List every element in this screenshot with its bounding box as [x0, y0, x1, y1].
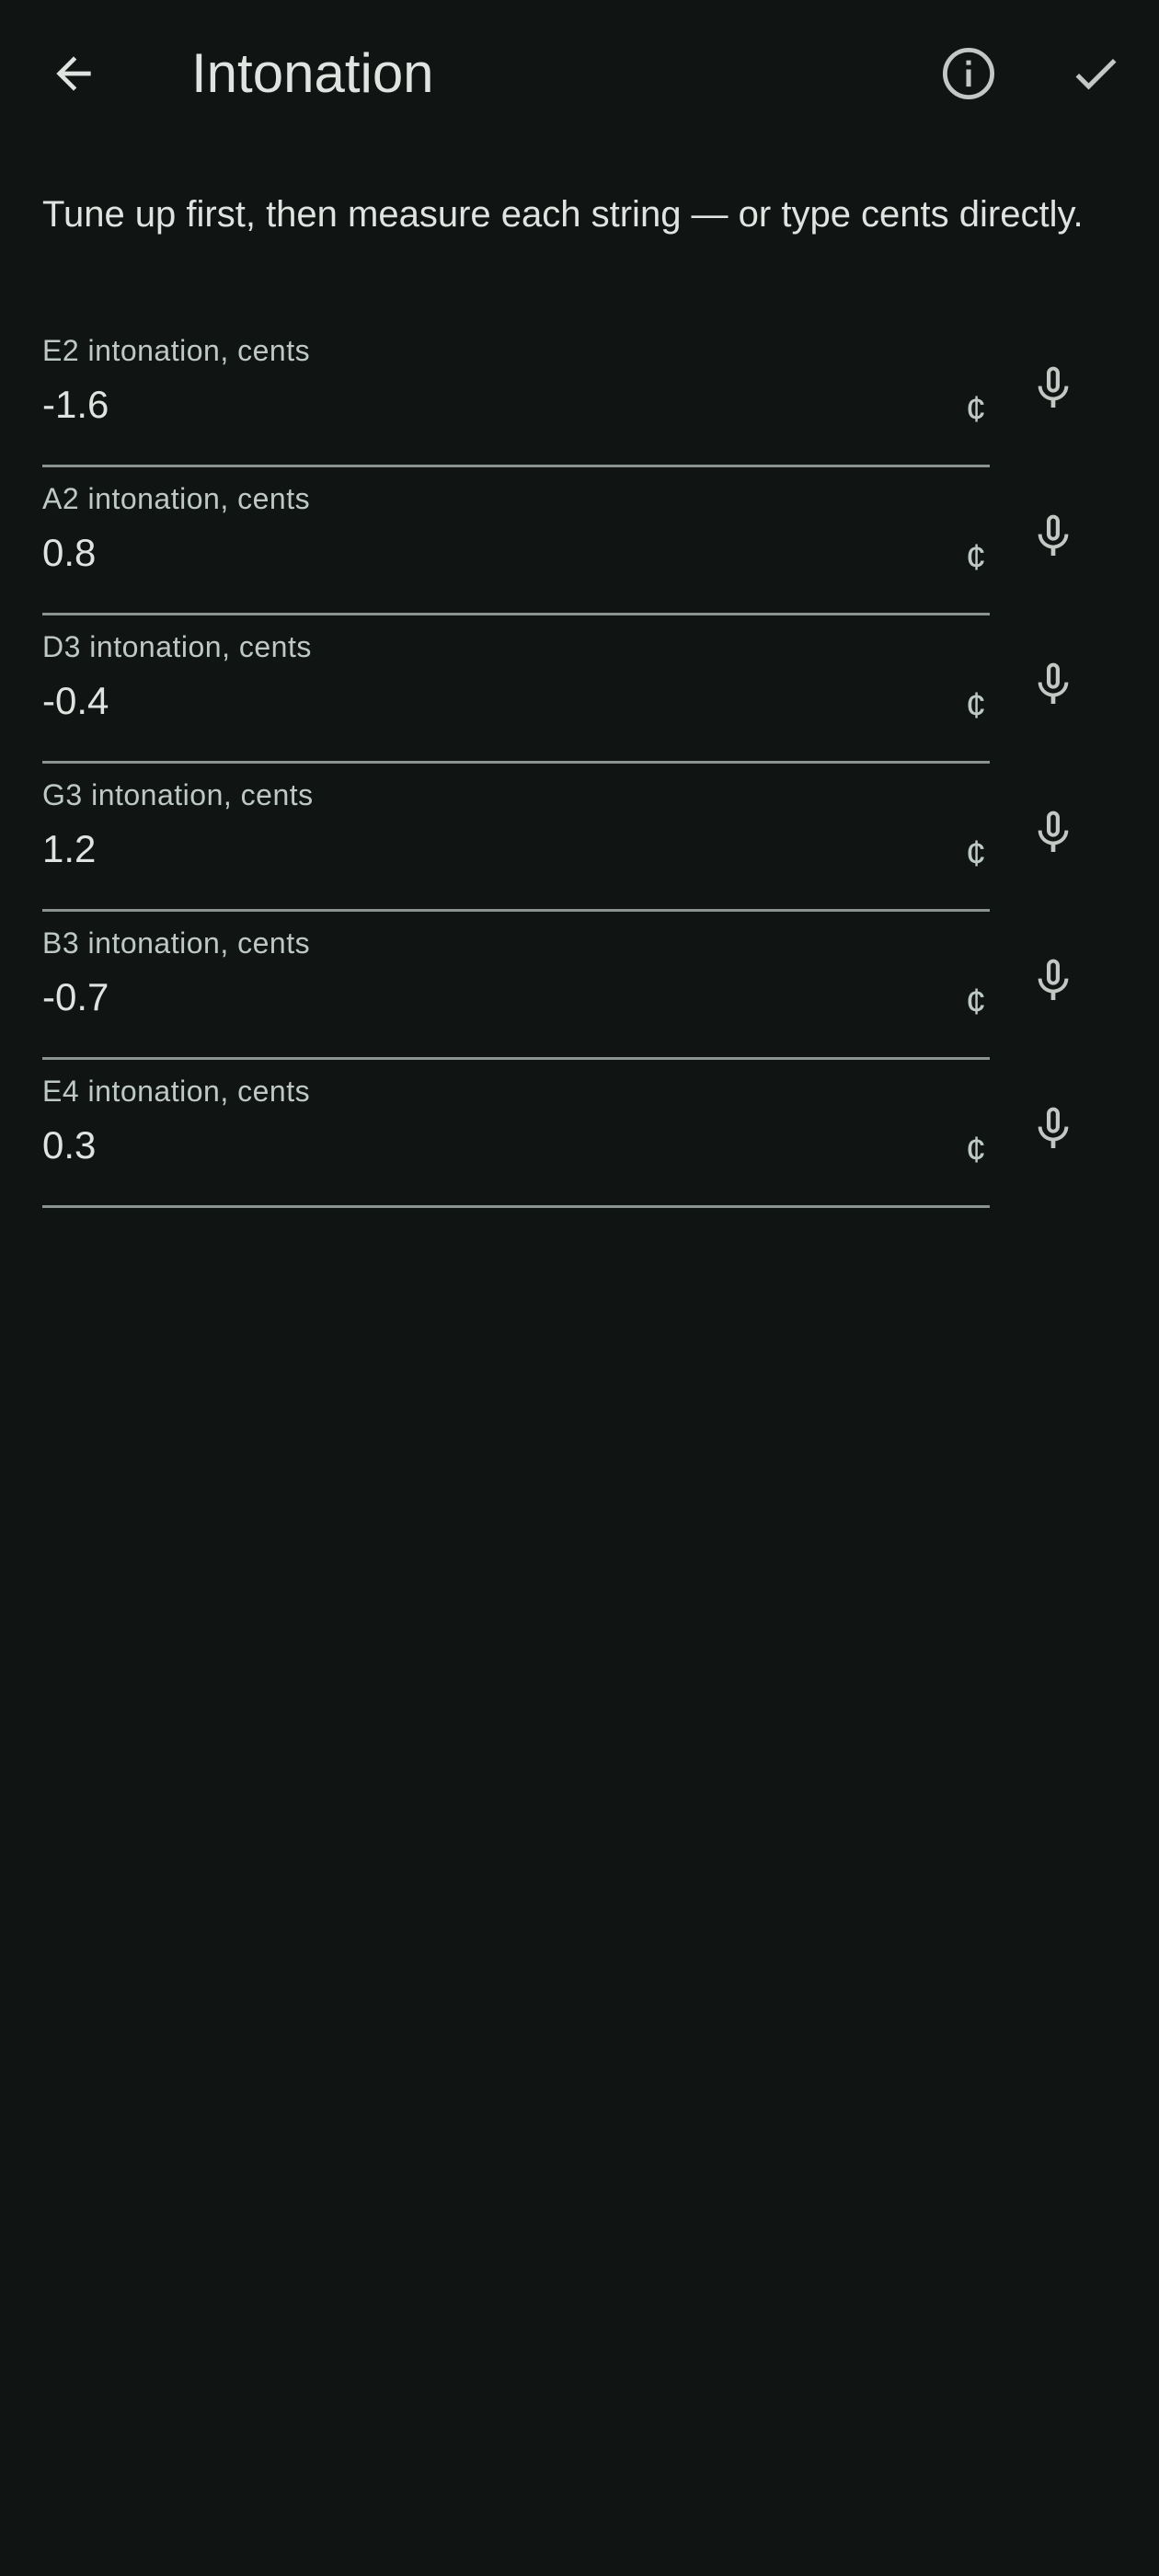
measure-a2-button[interactable]	[1003, 486, 1104, 587]
info-button[interactable]	[917, 22, 1020, 125]
microphone-icon	[1038, 1107, 1069, 1148]
measure-b3-button[interactable]	[1003, 930, 1104, 1031]
field-label: B3 intonation, cents	[42, 926, 311, 960]
field-label: E2 intonation, cents	[42, 334, 311, 367]
cent-sign: ¢	[965, 685, 987, 726]
page-title: Intonation	[191, 42, 434, 104]
cent-sign: ¢	[965, 389, 987, 430]
measure-g3-button[interactable]	[1003, 782, 1104, 883]
a2-intonation-input[interactable]	[42, 527, 870, 579]
microphone-icon	[1038, 514, 1069, 556]
microphone-icon	[1038, 662, 1069, 704]
e4-intonation-field[interactable]: E4 intonation, cents ¢	[42, 1069, 990, 1208]
cent-sign: ¢	[965, 537, 987, 578]
microphone-icon	[1038, 811, 1069, 852]
a2-intonation-field[interactable]: A2 intonation, cents ¢	[42, 477, 990, 615]
g3-intonation-field[interactable]: G3 intonation, cents ¢	[42, 773, 990, 912]
cent-sign: ¢	[965, 1130, 987, 1170]
back-button[interactable]	[22, 22, 125, 125]
field-label: E4 intonation, cents	[42, 1075, 311, 1108]
cent-sign: ¢	[965, 982, 987, 1022]
e2-intonation-input[interactable]	[42, 379, 870, 431]
d3-intonation-input[interactable]	[42, 675, 870, 727]
check-icon	[1075, 58, 1117, 90]
app-bar: Intonation	[0, 0, 1159, 147]
field-label: D3 intonation, cents	[42, 630, 312, 663]
microphone-icon	[1038, 366, 1069, 408]
microphone-icon	[1038, 959, 1069, 1000]
intro-text: Tune up first, then measure each string …	[42, 194, 1084, 235]
b3-intonation-input[interactable]	[42, 972, 870, 1023]
intonation-list: E2 intonation, cents ¢ A2 intonation, ce…	[0, 328, 1159, 1217]
d3-intonation-field[interactable]: D3 intonation, cents ¢	[42, 625, 990, 764]
string-row-e2: E2 intonation, cents ¢	[0, 328, 1159, 477]
arrow-back-icon	[56, 56, 91, 91]
string-row-a2: A2 intonation, cents ¢	[0, 477, 1159, 625]
field-label: A2 intonation, cents	[42, 482, 311, 515]
measure-e4-button[interactable]	[1003, 1078, 1104, 1179]
b3-intonation-field[interactable]: B3 intonation, cents ¢	[42, 921, 990, 1060]
info-icon	[942, 47, 995, 100]
cent-sign: ¢	[965, 834, 987, 874]
string-row-b3: B3 intonation, cents ¢	[0, 921, 1159, 1069]
g3-intonation-input[interactable]	[42, 823, 870, 875]
string-row-d3: D3 intonation, cents ¢	[0, 625, 1159, 773]
string-row-g3: G3 intonation, cents ¢	[0, 773, 1159, 921]
measure-d3-button[interactable]	[1003, 634, 1104, 735]
e4-intonation-input[interactable]	[42, 1120, 870, 1171]
measure-e2-button[interactable]	[1003, 338, 1104, 439]
field-label: G3 intonation, cents	[42, 778, 314, 811]
save-button[interactable]	[1044, 22, 1147, 125]
string-row-e4: E4 intonation, cents ¢	[0, 1069, 1159, 1217]
e2-intonation-field[interactable]: E2 intonation, cents ¢	[42, 328, 990, 467]
